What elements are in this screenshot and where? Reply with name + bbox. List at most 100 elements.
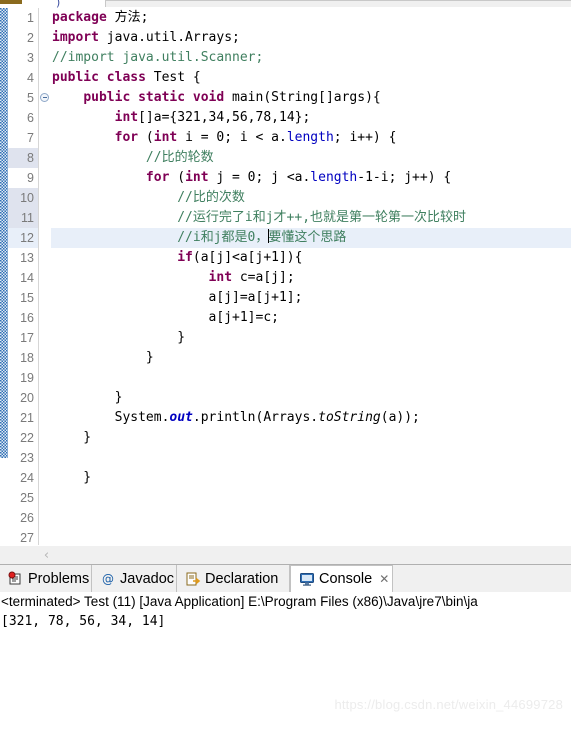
line-number: 8 <box>8 148 38 168</box>
code-line[interactable]: //运行完了i和j才++,也就是第一轮第一次比较时 <box>51 208 571 228</box>
code-token: } <box>52 390 123 405</box>
line-number: 6 <box>27 111 34 125</box>
code-token: toString <box>318 410 381 425</box>
code-token: Test { <box>145 70 201 85</box>
code-line[interactable] <box>51 448 571 468</box>
code-line[interactable]: int[]a={321,34,56,78,14}; <box>51 108 571 128</box>
line-number: 15 <box>20 291 34 305</box>
code-token: ( <box>138 130 154 145</box>
code-line[interactable]: a[j+1]=c; <box>51 308 571 328</box>
code-token: 要懂这个思路 <box>268 230 347 245</box>
bottom-tab-bar[interactable]: Problems @ Javadoc Declaration Console ✕ <box>0 564 571 592</box>
code-token: //import java.util.Scanner; <box>52 50 264 65</box>
code-line[interactable]: //比的次数 <box>51 188 571 208</box>
code-line[interactable] <box>51 528 571 545</box>
line-number: 16 <box>20 311 34 325</box>
line-number-gutter: 1 2 3 4 5 6 7 8 9 10 11 12 13 14 15 16 17 18 19 20 21 22 23 24 2… <box>8 8 39 545</box>
line-number: 3 <box>27 51 34 65</box>
editor-tab-strip[interactable]: ) <box>0 0 571 9</box>
code-line[interactable]: int c=a[j]; <box>51 268 571 288</box>
code-line[interactable]: for (int i = 0; i < a.length; i++) { <box>51 128 571 148</box>
bottom-view-stack: Problems @ Javadoc Declaration Console ✕ <ter… <box>0 564 571 736</box>
code-line[interactable] <box>51 368 571 388</box>
line-number: 25 <box>20 491 34 505</box>
line-number: 14 <box>20 271 34 285</box>
code-line[interactable]: } <box>51 348 571 368</box>
annotation-ruler[interactable] <box>0 8 8 545</box>
scroll-left-arrow-icon[interactable]: ‹ <box>38 547 55 564</box>
code-token: []a={321,34,56,78,14}; <box>138 110 311 125</box>
line-number: 2 <box>27 31 34 45</box>
code-line[interactable]: } <box>51 428 571 448</box>
code-token: ; i++) { <box>333 130 397 145</box>
code-line[interactable] <box>51 488 571 508</box>
line-number: 5 <box>27 91 34 105</box>
code-line[interactable]: if(a[j]<a[j+1]){ <box>51 248 571 268</box>
line-number: 22 <box>20 431 34 445</box>
tab-label: Javadoc <box>120 570 175 587</box>
code-token: if <box>177 250 193 265</box>
declaration-icon <box>185 571 201 587</box>
code-line[interactable]: for (int j = 0; j <a.length-1-i; j++) { <box>51 168 571 188</box>
code-line[interactable]: //i和j都是0，要懂这个思路 <box>51 228 571 248</box>
code-token: public class <box>52 70 146 85</box>
code-line[interactable]: public class Test { <box>51 68 571 88</box>
javadoc-icon: @ <box>100 571 116 587</box>
code-text-area[interactable]: package 方法; import java.util.Arrays; //imp… <box>51 8 571 545</box>
code-line[interactable]: import java.util.Arrays; <box>51 28 571 48</box>
fold-collapse-icon[interactable] <box>40 93 49 102</box>
code-token: (a)); <box>380 410 420 425</box>
line-number: 4 <box>27 71 34 85</box>
code-token: int <box>153 130 178 145</box>
close-icon[interactable]: ✕ <box>379 572 389 586</box>
code-line[interactable]: System.out.println(Arrays.toString(a)); <box>51 408 571 428</box>
code-line[interactable]: //比的轮数 <box>51 148 571 168</box>
scrollbar-track[interactable] <box>0 546 38 565</box>
code-token: //比的轮数 <box>145 150 214 165</box>
console-process-header: <terminated> Test (11) [Java Application… <box>1 594 478 609</box>
tab-declaration[interactable]: Declaration <box>177 565 290 592</box>
code-token: c=a[j]; <box>232 270 295 285</box>
code-token: import <box>52 30 99 45</box>
line-number: 17 <box>20 331 34 345</box>
code-token: package <box>52 10 107 25</box>
line-number: 7 <box>27 131 34 145</box>
line-number: 13 <box>20 251 34 265</box>
code-token: //i和j都是0， <box>177 230 269 245</box>
line-number: 18 <box>20 351 34 365</box>
tab-console[interactable]: Console ✕ <box>290 565 393 592</box>
tab-strip-background[interactable] <box>105 0 571 7</box>
code-line[interactable] <box>51 508 571 528</box>
code-token: a[j]=a[j+1]; <box>52 290 303 305</box>
code-line[interactable]: } <box>51 328 571 348</box>
code-line[interactable]: } <box>51 468 571 488</box>
code-folding-column[interactable] <box>39 8 51 545</box>
code-line[interactable]: package 方法; <box>51 8 571 28</box>
code-line[interactable]: //import java.util.Scanner; <box>51 48 571 68</box>
code-token: out <box>169 410 193 425</box>
code-token: } <box>52 350 154 365</box>
tab-javadoc[interactable]: @ Javadoc <box>92 565 177 592</box>
code-line[interactable]: public static void main(String[]args){ <box>51 88 571 108</box>
line-number: 27 <box>20 531 34 545</box>
line-number: 24 <box>20 471 34 485</box>
line-number: 10 <box>8 188 38 208</box>
tab-strip-left-marker <box>0 0 22 4</box>
java-code-editor[interactable]: 1 2 3 4 5 6 7 8 9 10 11 12 13 14 15 16 17 18 19 20 21 22 23 24 2… <box>0 8 571 545</box>
code-line[interactable]: a[j]=a[j+1]; <box>51 288 571 308</box>
line-number: 9 <box>27 171 34 185</box>
tab-problems[interactable]: Problems <box>0 565 92 592</box>
tab-label: Declaration <box>205 570 279 587</box>
code-token: } <box>52 470 92 485</box>
editor-horizontal-scrollbar[interactable]: ‹ <box>0 545 571 565</box>
csdn-watermark: https://blog.csdn.net/weixin_44699728 <box>334 697 563 712</box>
console-output-area[interactable]: <terminated> Test (11) [Java Application… <box>0 592 571 736</box>
code-token: length <box>310 170 358 185</box>
code-token: length <box>286 130 334 145</box>
code-token: //比的次数 <box>177 190 245 205</box>
code-line[interactable]: } <box>51 388 571 408</box>
